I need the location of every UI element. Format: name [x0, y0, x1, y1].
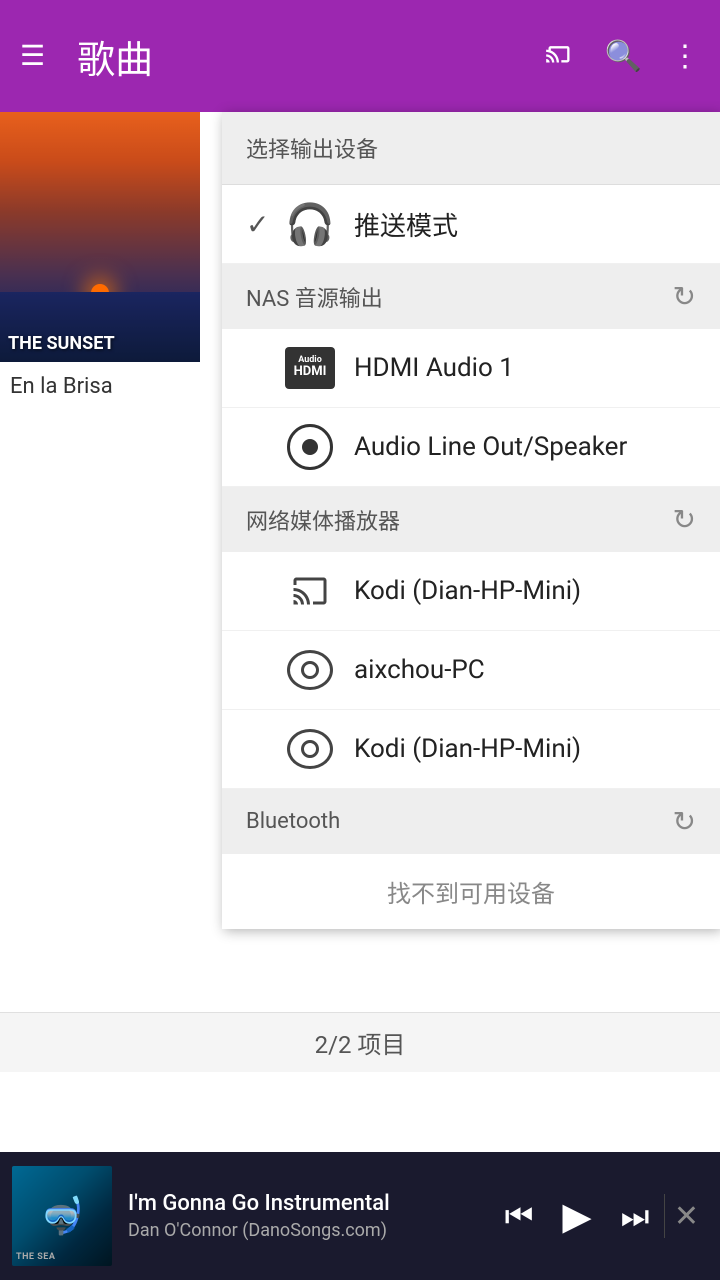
- line-out-label: Audio Line Out/Speaker: [354, 432, 696, 462]
- nas-section-title: NAS 音源输出: [246, 281, 383, 313]
- player-controls: ⏮ ▶ ⏭: [494, 1191, 660, 1241]
- item-count: 2/2 项目: [315, 1025, 406, 1060]
- kodi1-label: Kodi (Dian-HP-Mini): [354, 576, 696, 606]
- app-header: ☰ 歌曲 🔍 ⋮: [0, 0, 720, 112]
- headphone-icon: 🎧: [282, 201, 338, 247]
- kodi2-item[interactable]: Kodi (Dian-HP-Mini): [222, 710, 720, 789]
- hdmi-audio-item[interactable]: Audio HDMI HDMI Audio 1: [222, 329, 720, 408]
- page-title: 歌曲: [77, 29, 541, 84]
- album-art: THE SUNSET: [0, 112, 200, 362]
- hdmi-audio-label: HDMI Audio 1: [354, 353, 696, 383]
- sunset-background: THE SUNSET: [0, 112, 200, 362]
- cast-device-icon: [282, 568, 338, 614]
- aixchou-item[interactable]: aixchou-PC: [222, 631, 720, 710]
- push-mode-label: 推送模式: [354, 206, 696, 243]
- status-bar: 2/2 项目: [0, 1012, 720, 1072]
- main-content: THE SUNSET En la Brisa 选择输出设备 ✓ 🎧 推送模式 N…: [0, 112, 720, 1200]
- diver-icon: 🤿: [40, 1195, 85, 1237]
- no-device-message: 找不到可用设备: [222, 854, 720, 929]
- player-bar: 🤿 THE SEA I'm Gonna Go Instrumental Dan …: [0, 1152, 720, 1280]
- player-info: I'm Gonna Go Instrumental Dan O'Connor (…: [112, 1191, 494, 1241]
- search-icon[interactable]: 🔍: [605, 39, 642, 74]
- speaker-icon: [282, 424, 338, 470]
- push-mode-item[interactable]: ✓ 🎧 推送模式: [222, 185, 720, 264]
- nas-refresh-icon[interactable]: ↻: [673, 280, 696, 313]
- next-button[interactable]: ⏭: [610, 1191, 660, 1241]
- bluetooth-section-title: Bluetooth: [246, 809, 340, 834]
- kodi-icon-2: [282, 726, 338, 772]
- line-out-item[interactable]: Audio Line Out/Speaker: [222, 408, 720, 487]
- menu-icon[interactable]: ☰: [20, 42, 45, 70]
- player-art-background: 🤿 THE SEA: [12, 1166, 112, 1266]
- check-icon: ✓: [246, 208, 282, 241]
- play-button[interactable]: ▶: [552, 1191, 602, 1241]
- media-player-section-title: 网络媒体播放器: [246, 504, 400, 536]
- more-options-icon[interactable]: ⋮: [670, 39, 700, 74]
- cast-icon[interactable]: [541, 38, 577, 74]
- player-album-art[interactable]: 🤿 THE SEA: [12, 1166, 112, 1266]
- dropdown-title: 选择输出设备: [222, 112, 720, 185]
- player-art-label: THE SEA: [16, 1252, 55, 1262]
- header-actions: 🔍 ⋮: [541, 38, 700, 74]
- player-close-button[interactable]: ✕: [664, 1194, 708, 1238]
- kodi-icon-1: [282, 647, 338, 693]
- nas-section-header: NAS 音源输出 ↻: [222, 264, 720, 329]
- kodi2-label: Kodi (Dian-HP-Mini): [354, 734, 696, 764]
- song-title: En la Brisa: [0, 362, 200, 411]
- player-artist: Dan O'Connor (DanoSongs.com): [128, 1220, 478, 1241]
- media-player-refresh-icon[interactable]: ↻: [673, 503, 696, 536]
- song-card[interactable]: THE SUNSET En la Brisa: [0, 112, 200, 411]
- output-device-dropdown: 选择输出设备 ✓ 🎧 推送模式 NAS 音源输出 ↻ Audio HDMI HD…: [222, 112, 720, 929]
- kodi1-item[interactable]: Kodi (Dian-HP-Mini): [222, 552, 720, 631]
- player-song-title: I'm Gonna Go Instrumental: [128, 1191, 478, 1216]
- media-player-section-header: 网络媒体播放器 ↻: [222, 487, 720, 552]
- prev-button[interactable]: ⏮: [494, 1191, 544, 1241]
- hdmi-icon: Audio HDMI: [282, 345, 338, 391]
- bluetooth-section-header: Bluetooth ↻: [222, 789, 720, 854]
- aixchou-label: aixchou-PC: [354, 655, 696, 685]
- album-art-label: THE SUNSET: [8, 333, 115, 354]
- bluetooth-refresh-icon[interactable]: ↻: [673, 805, 696, 838]
